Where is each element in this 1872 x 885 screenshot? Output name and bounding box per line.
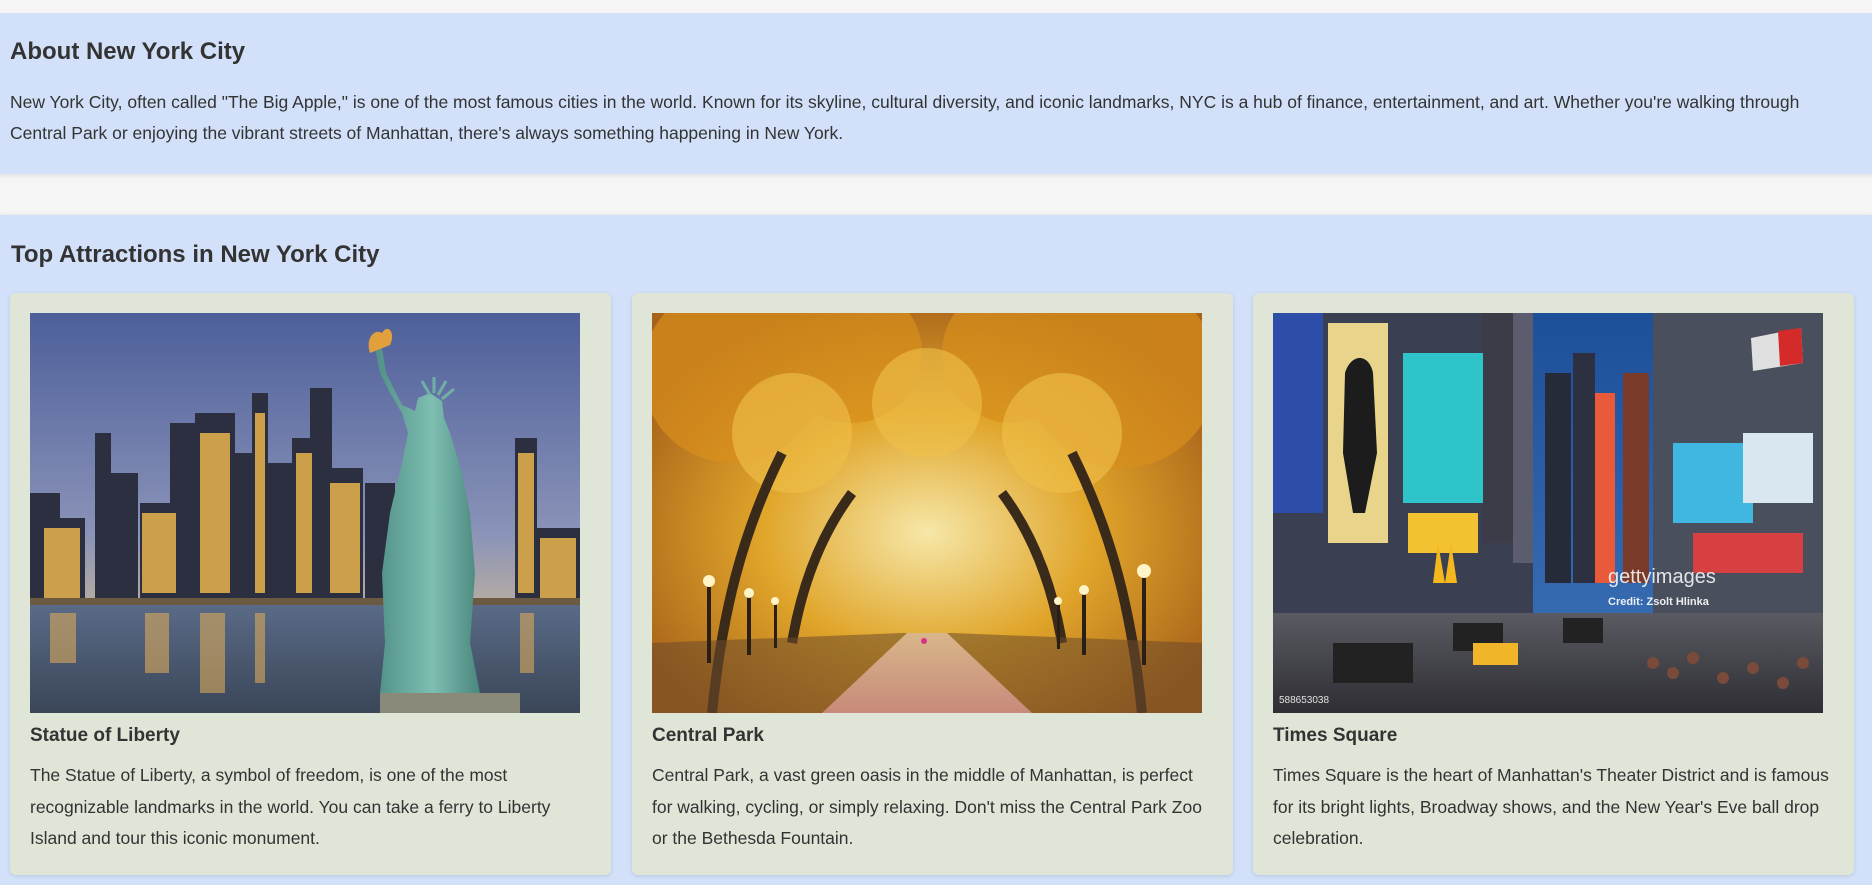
attraction-card-statue-of-liberty: Statue of Liberty The Statue of Liberty,… (10, 293, 611, 875)
times-square-photo: gettyimages Credit: Zsolt Hlinka 5886530… (1273, 313, 1823, 713)
about-section: About New York City New York City, often… (0, 13, 1872, 174)
attraction-card-times-square: gettyimages Credit: Zsolt Hlinka 5886530… (1253, 293, 1854, 875)
card-title: Central Park (652, 725, 764, 746)
card-description: The Statue of Liberty, a symbol of freed… (30, 765, 551, 848)
about-body: New York City, often called "The Big App… (10, 92, 1800, 143)
svg-text:Credit: Zsolt Hlinka: Credit: Zsolt Hlinka (1608, 596, 1710, 608)
card-description: Central Park, a vast green oasis in the … (652, 765, 1202, 848)
attractions-heading: Top Attractions in New York City (11, 241, 380, 268)
attractions-section: Top Attractions in New York City Statue … (0, 215, 1872, 885)
svg-text:gettyimages: gettyimages (1608, 566, 1716, 588)
central-park-photo (652, 313, 1202, 713)
card-title: Times Square (1273, 725, 1398, 746)
card-description: Times Square is the heart of Manhattan's… (1273, 765, 1829, 848)
about-heading: About New York City (10, 38, 246, 65)
statue-of-liberty-photo (30, 313, 580, 713)
page: About New York City New York City, often… (0, 0, 1872, 885)
svg-text:588653038: 588653038 (1279, 695, 1329, 706)
card-title: Statue of Liberty (30, 725, 180, 746)
attraction-card-central-park: Central Park Central Park, a vast green … (632, 293, 1233, 875)
